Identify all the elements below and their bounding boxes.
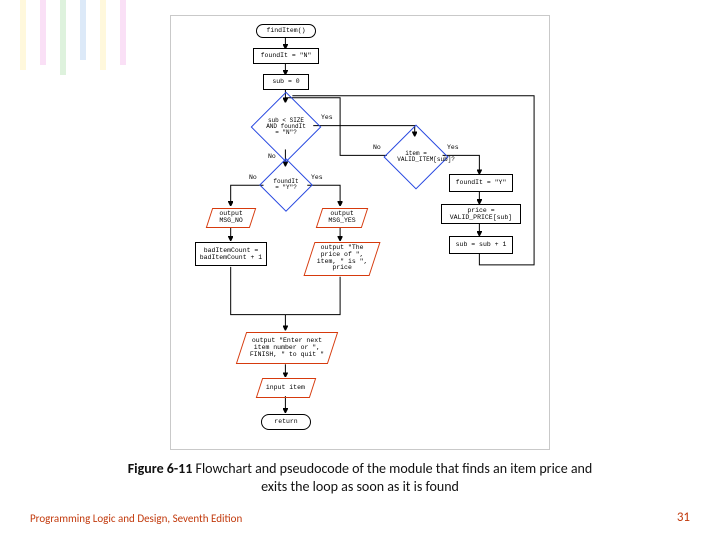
flow-bad-count: badItemCount = badItemCount + 1 [195,242,267,266]
figure-caption-line2: exits the loop as soon as it is found [261,478,459,495]
label-item-no: No [373,144,381,151]
flow-out-no-label: output MSG_NO [214,211,248,225]
flowchart-frame: findItem() foundIt = "N" sub = 0 sub < S… [170,15,550,450]
flow-input-item: input item [256,378,316,398]
flow-out-no: output MSG_NO [206,208,256,228]
footer-page-number: 31 [677,510,690,525]
footer-book-title: Programming Logic and Design, Seventh Ed… [30,512,242,525]
flow-found-check: foundIt = "Y"? [267,166,305,204]
flow-found-check-label: foundIt = "Y"? [269,179,303,192]
label-item-yes: Yes [447,144,459,151]
flow-out-prompt: output "Enter next item number or ", FIN… [236,332,338,364]
flow-return: return [261,414,311,430]
flow-loop-cond-label: sub < SIZE AND foundIt = "N"? [264,118,309,137]
flowchart-connectors [171,16,549,449]
flow-incr-sub: sub = sub + 1 [449,236,513,254]
flow-item-cond: item = VALID_ITEM[sub]? [393,134,439,180]
flow-start: findItem() [256,24,316,38]
flow-input-item-label: input item [266,385,305,392]
flow-set-found: foundIt = "Y" [449,174,513,192]
flow-out-prompt-label: output "Enter next item number or ", FIN… [246,338,328,358]
flow-out-price: output "The price of ", item, " is ", pr… [303,242,380,276]
figure-caption-line1: Flowchart and pseudocode of the module t… [192,460,592,477]
flow-item-cond-label: item = VALID_ITEM[sub]? [395,151,436,164]
flow-init-found: foundIt = "N" [253,48,319,64]
label-found-yes: Yes [311,174,323,181]
figure-label: Figure 6-11 [128,460,193,477]
label-loop-yes: Yes [321,114,333,121]
flow-set-price: price = VALID_PRICE[sub] [441,204,521,224]
flow-init-sub: sub = 0 [263,74,309,90]
label-loop-no: No [268,153,276,160]
figure-caption: Figure 6-11 Flowchart and pseudocode of … [0,460,720,496]
flow-out-yes: output MSG_YES [316,208,368,228]
flow-loop-cond: sub < SIZE AND foundIt = "N"? [261,102,311,152]
label-found-no: No [249,174,257,181]
flow-out-price-label: output "The price of ", item, " is ", pr… [314,245,370,272]
flow-out-yes-label: output MSG_YES [324,211,360,225]
